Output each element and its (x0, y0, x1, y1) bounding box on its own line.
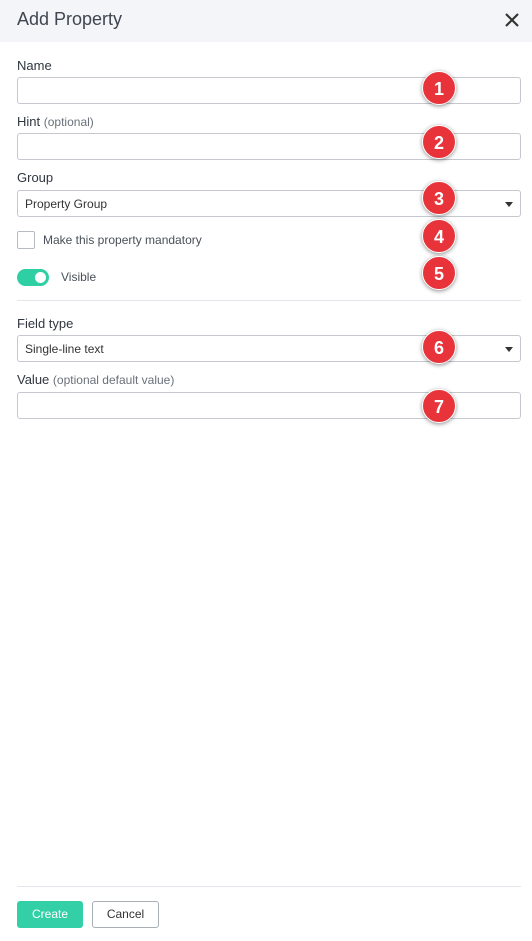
hint-label-text: Hint (17, 114, 41, 129)
field-type-select-value: Single-line text (25, 342, 104, 356)
annotation-badge-4: 4 (422, 219, 456, 253)
visible-toggle[interactable] (17, 269, 49, 286)
field-type-label: Field type (17, 316, 73, 331)
dialog-title: Add Property (17, 9, 123, 29)
annotation-badge-7: 7 (422, 389, 456, 423)
dialog-header: Add Property (0, 0, 532, 42)
cancel-button[interactable]: Cancel (92, 901, 159, 928)
annotation-badge-3: 3 (422, 181, 456, 215)
value-label-text: Value (17, 372, 50, 387)
name-label-text: Name (17, 58, 52, 73)
annotation-badge-6: 6 (422, 330, 456, 364)
annotation-badge-5: 5 (422, 256, 456, 290)
name-label: Name (17, 58, 52, 73)
mandatory-label: Make this property mandatory (43, 233, 202, 247)
chevron-down-icon (505, 347, 513, 352)
divider (17, 300, 521, 301)
footer-divider (17, 886, 521, 887)
group-label-text: Group (17, 170, 54, 185)
hint-optional-note: (optional) (43, 115, 94, 129)
visible-label: Visible (61, 270, 97, 284)
value-label: Value (optional default value) (17, 372, 174, 387)
hint-label: Hint (optional) (17, 114, 94, 129)
create-button[interactable]: Create (17, 901, 83, 928)
toggle-knob (35, 272, 46, 283)
close-icon[interactable] (501, 9, 523, 31)
field-type-label-text: Field type (17, 316, 74, 331)
mandatory-checkbox[interactable] (17, 231, 35, 249)
annotation-badge-1: 1 (422, 71, 456, 105)
annotation-badge-2: 2 (422, 125, 456, 159)
value-optional-note: (optional default value) (52, 373, 175, 387)
group-label: Group (17, 170, 53, 185)
group-select-value: Property Group (25, 197, 108, 211)
chevron-down-icon (505, 202, 513, 207)
